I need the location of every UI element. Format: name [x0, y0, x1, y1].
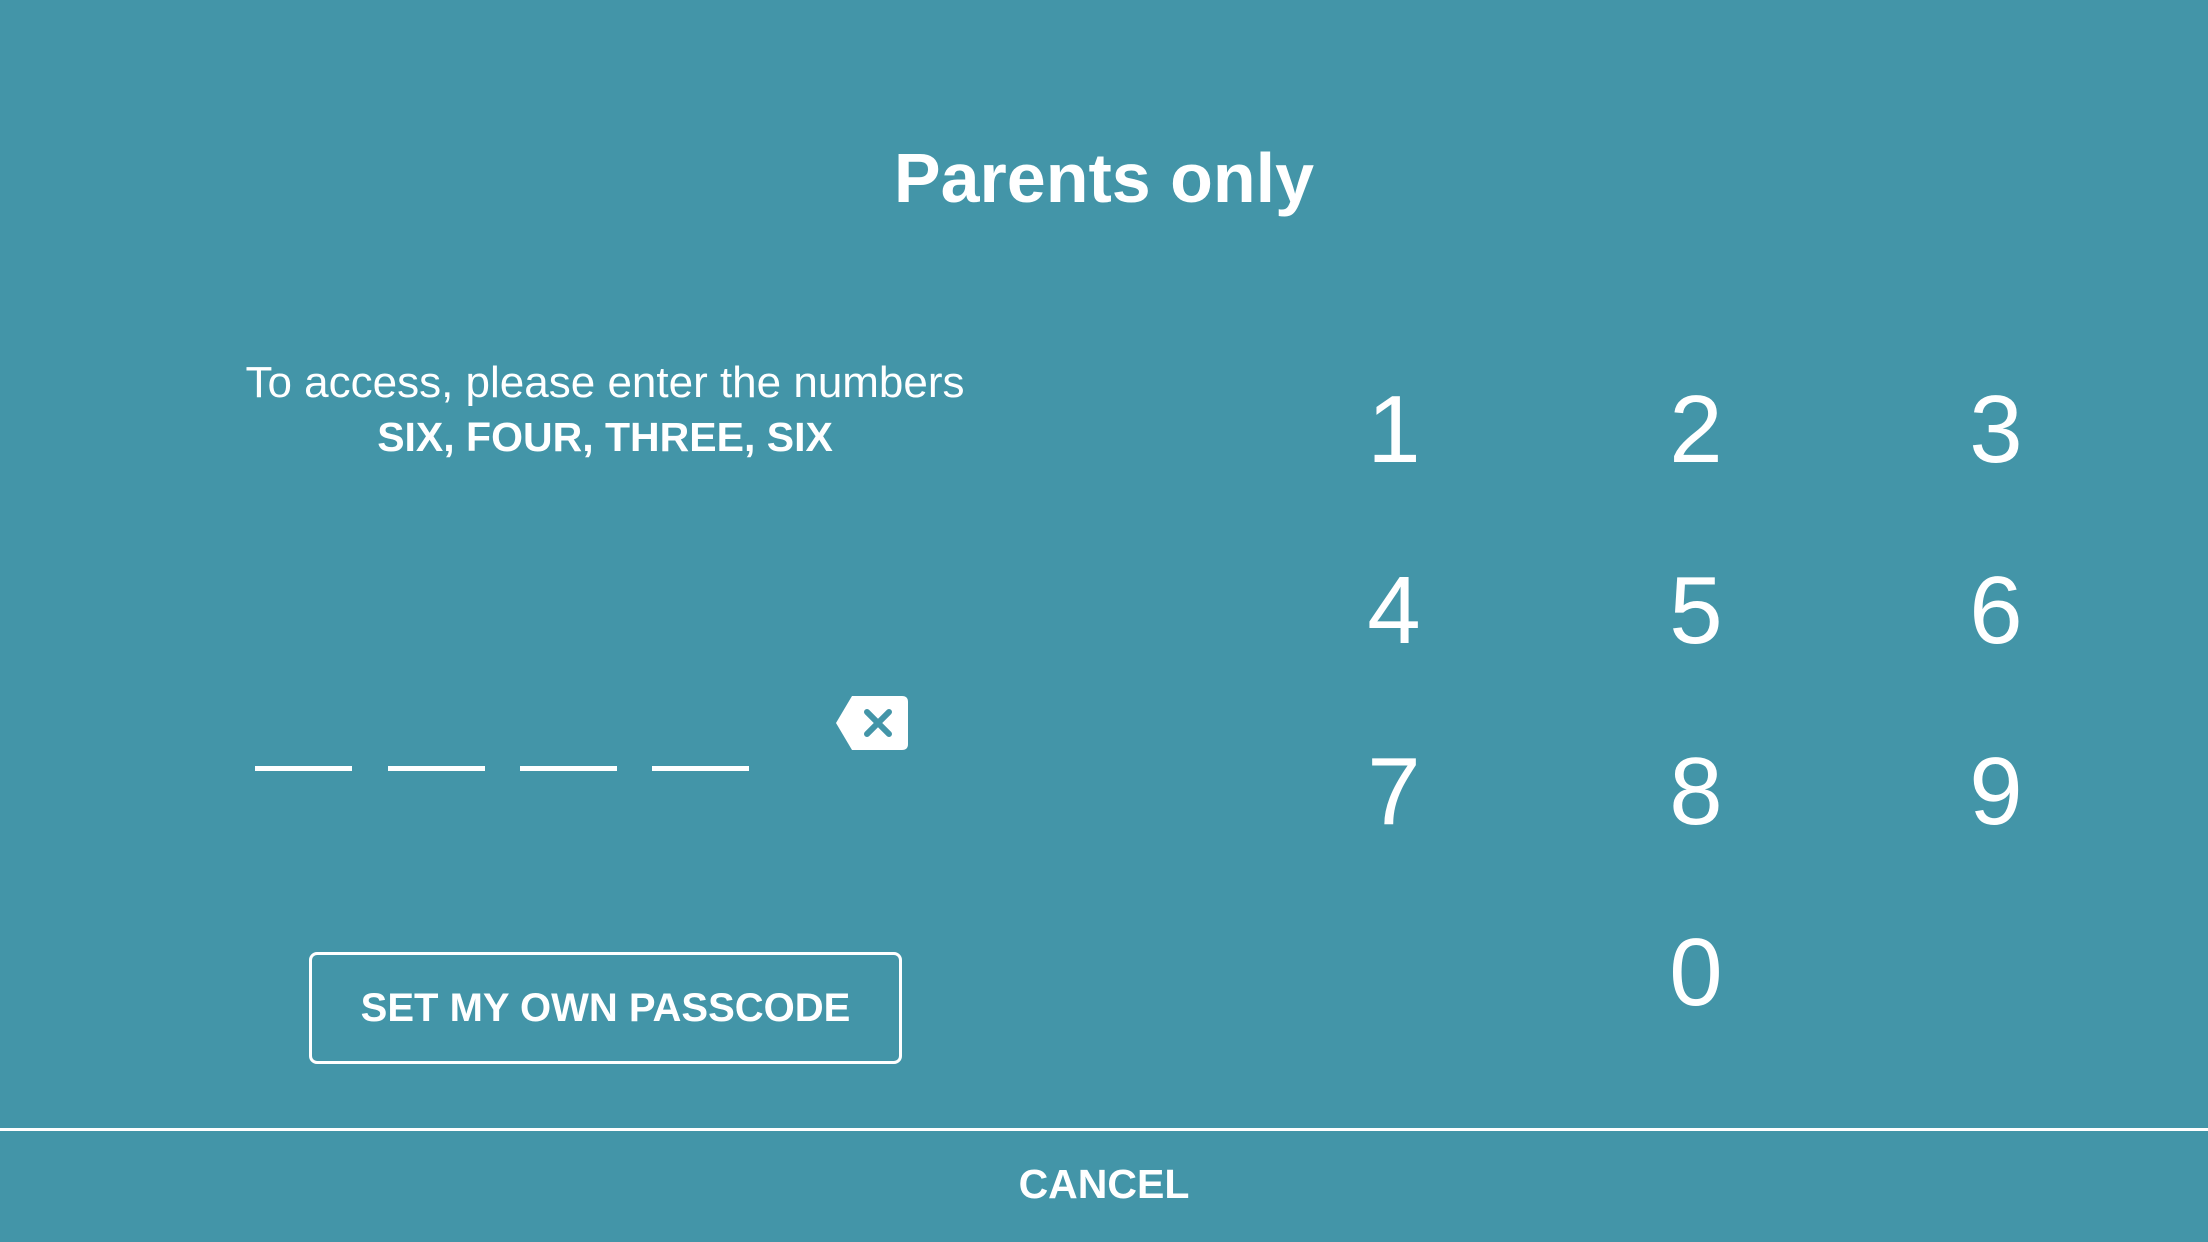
set-own-passcode-button[interactable]: SET MY OWN PASSCODE	[309, 952, 902, 1064]
keypad-key-4[interactable]: 4	[1294, 536, 1494, 686]
keypad-key-5[interactable]: 5	[1596, 536, 1796, 686]
passcode-slot-4	[652, 766, 749, 771]
instructions: To access, please enter the numbers SIX,…	[200, 355, 1010, 463]
passcode-slot-1	[255, 766, 352, 771]
keypad-key-7[interactable]: 7	[1294, 717, 1494, 867]
backspace-x-icon	[836, 696, 908, 750]
keypad-key-8[interactable]: 8	[1596, 717, 1796, 867]
keypad-key-3[interactable]: 3	[1896, 355, 2096, 505]
keypad-key-6[interactable]: 6	[1896, 536, 2096, 686]
passcode-slot-3	[520, 766, 617, 771]
passcode-slot-2	[388, 766, 485, 771]
instructions-text: To access, please enter the numbers	[245, 358, 965, 407]
parental-gate-screen: Parents only To access, please enter the…	[0, 0, 2208, 1242]
keypad-key-0[interactable]: 0	[1596, 898, 1796, 1048]
keypad-key-9[interactable]: 9	[1896, 717, 2096, 867]
cancel-button[interactable]: CANCEL	[0, 1131, 2208, 1242]
keypad-key-2[interactable]: 2	[1596, 355, 1796, 505]
instructions-code-words: SIX, FOUR, THREE, SIX	[377, 414, 833, 460]
backspace-button[interactable]	[836, 696, 908, 750]
keypad-key-1[interactable]: 1	[1294, 355, 1494, 505]
page-title: Parents only	[893, 139, 1315, 217]
